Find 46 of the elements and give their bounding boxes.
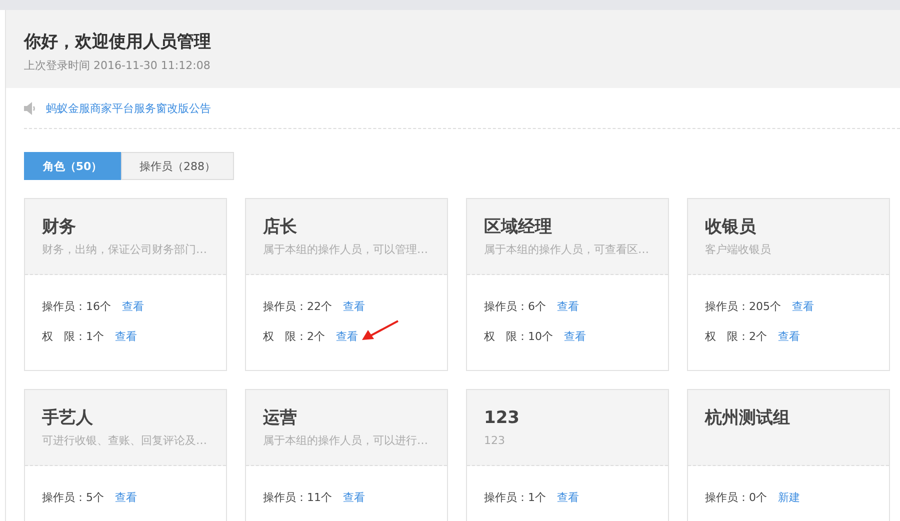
stat-link[interactable]: 查看 bbox=[115, 329, 137, 344]
role-name: 财务 bbox=[42, 216, 76, 238]
stat-link[interactable]: 查看 bbox=[343, 299, 365, 314]
role-name: 区域经理 bbox=[484, 216, 552, 238]
stat-link[interactable]: 查看 bbox=[792, 299, 814, 314]
stat-link[interactable]: 查看 bbox=[122, 299, 144, 314]
role-description: 属于本组的操作人员，可以进行… bbox=[263, 433, 428, 449]
role-description: 客户端收银员 bbox=[705, 242, 771, 258]
role-name: 123 bbox=[484, 407, 520, 429]
stat-label: 权 限：2个 bbox=[263, 329, 325, 344]
stat-label: 操作员：5个 bbox=[42, 490, 104, 505]
role-name: 手艺人 bbox=[42, 407, 93, 429]
arrow-icon bbox=[362, 320, 400, 342]
stat-link[interactable]: 查看 bbox=[336, 329, 358, 344]
stat-link[interactable]: 查看 bbox=[557, 490, 579, 505]
stat-label: 权 限：10个 bbox=[484, 329, 553, 344]
role-description: 属于本组的操作人员，可以管理… bbox=[263, 242, 428, 258]
role-description: 123 bbox=[484, 433, 505, 449]
stat-label: 操作员：11个 bbox=[263, 490, 332, 505]
stat-link[interactable]: 查看 bbox=[564, 329, 586, 344]
stat-link[interactable]: 查看 bbox=[778, 329, 800, 344]
stat-label: 操作员：22个 bbox=[263, 299, 332, 314]
role-name: 杭州测试组 bbox=[705, 407, 790, 429]
stat-link[interactable]: 查看 bbox=[343, 490, 365, 505]
stat-label: 权 限：1个 bbox=[42, 329, 104, 344]
role-description: 可进行收银、查账、回复评论及… bbox=[42, 433, 207, 449]
announcement-link[interactable]: 蚂蚁金服商家平台服务窗改版公告 bbox=[46, 100, 211, 116]
stat-link[interactable]: 查看 bbox=[115, 490, 137, 505]
stat-label: 权 限：2个 bbox=[705, 329, 767, 344]
stat-link[interactable]: 新建 bbox=[778, 490, 800, 505]
stat-label: 操作员：0个 bbox=[705, 490, 767, 505]
stat-label: 操作员：6个 bbox=[484, 299, 546, 314]
role-name: 运营 bbox=[263, 407, 297, 429]
tab[interactable]: 操作员（288） bbox=[121, 152, 234, 180]
role-name: 收银员 bbox=[705, 216, 756, 238]
last-login-time: 上次登录时间 2016-11-30 11:12:08 bbox=[24, 59, 210, 72]
role-name: 店长 bbox=[263, 216, 297, 238]
tab[interactable]: 角色（50） bbox=[24, 152, 121, 180]
page-title: 你好，欢迎使用人员管理 bbox=[24, 32, 211, 52]
role-description: 属于本组的操作人员，可查看区… bbox=[484, 242, 649, 258]
role-description: 财务，出纳，保证公司财务部门… bbox=[42, 242, 207, 258]
stat-label: 操作员：205个 bbox=[705, 299, 781, 314]
speaker-icon bbox=[24, 102, 36, 114]
stat-link[interactable]: 查看 bbox=[557, 299, 579, 314]
stat-label: 操作员：16个 bbox=[42, 299, 111, 314]
stat-label: 操作员：1个 bbox=[484, 490, 546, 505]
